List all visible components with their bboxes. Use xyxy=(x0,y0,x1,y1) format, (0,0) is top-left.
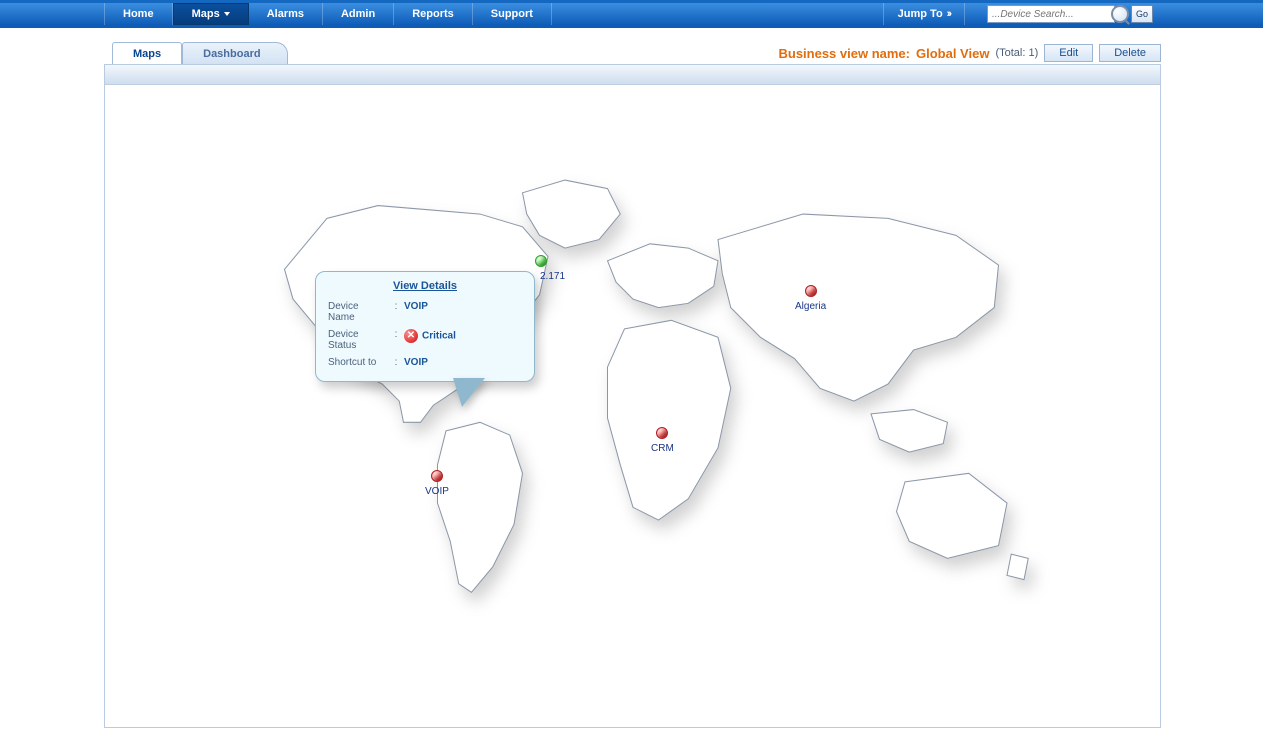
jump-to-label: Jump To xyxy=(898,8,943,20)
tooltip-key-device-name: Device Name xyxy=(326,298,390,326)
device-tooltip: View Details Device Name : VOIP Device S… xyxy=(315,271,535,382)
tooltip-val-device-name: VOIP xyxy=(402,298,524,326)
map-canvas[interactable]: 2.171 VOIP CRM Algeria View Details xyxy=(105,85,1160,727)
delete-button[interactable]: Delete xyxy=(1099,44,1161,62)
status-dot-red-icon xyxy=(656,427,668,439)
tooltip-key-shortcut: Shortcut to xyxy=(326,354,390,371)
go-button[interactable]: Go xyxy=(1131,5,1153,23)
business-view-total: (Total: 1) xyxy=(995,47,1038,59)
tab-maps-label: Maps xyxy=(133,48,161,60)
nav-maps[interactable]: Maps xyxy=(173,3,249,25)
content: Maps Dashboard Business view name: Globa… xyxy=(104,28,1161,728)
nav-maps-label: Maps xyxy=(192,8,220,20)
tooltip-val-device-status: ✕Critical xyxy=(402,326,524,354)
map-node-crm[interactable]: CRM xyxy=(651,427,674,454)
business-view-info: Business view name: Global View (Total: … xyxy=(778,44,1161,62)
status-dot-red-icon xyxy=(431,470,443,482)
secondary-tabs: Maps Dashboard Business view name: Globa… xyxy=(104,28,1161,64)
jump-to-menu[interactable]: Jump To ›› xyxy=(883,3,965,25)
nav-home[interactable]: Home xyxy=(104,3,173,25)
nav-reports[interactable]: Reports xyxy=(394,3,473,25)
map-node-voip[interactable]: VOIP xyxy=(425,470,449,497)
chevron-down-icon xyxy=(224,12,230,16)
nav-support-label: Support xyxy=(491,8,533,20)
nav-reports-label: Reports xyxy=(412,8,454,20)
search-input[interactable] xyxy=(987,5,1115,23)
status-dot-green-icon xyxy=(535,255,547,267)
tooltip-title-link[interactable]: View Details xyxy=(326,280,524,292)
nav-alarms-label: Alarms xyxy=(267,8,304,20)
top-nav: Home Maps Alarms Admin Reports Support J… xyxy=(0,0,1263,28)
map-node-algeria[interactable]: Algeria xyxy=(795,285,826,312)
business-view-label: Business view name: xyxy=(778,46,910,61)
nav-alarms[interactable]: Alarms xyxy=(249,3,323,25)
tab-dashboard-label: Dashboard xyxy=(203,48,260,60)
nav-support[interactable]: Support xyxy=(473,3,552,25)
nav-admin[interactable]: Admin xyxy=(323,3,394,25)
map-panel: 2.171 VOIP CRM Algeria View Details xyxy=(104,64,1161,728)
nav-admin-label: Admin xyxy=(341,8,375,20)
map-node-label: VOIP xyxy=(425,486,449,497)
business-view-name: Global View xyxy=(916,46,989,61)
map-panel-header xyxy=(105,65,1160,85)
tab-maps[interactable]: Maps xyxy=(112,42,182,64)
double-chevron-right-icon: ›› xyxy=(947,8,950,20)
critical-icon: ✕ xyxy=(404,329,418,343)
search-icon[interactable] xyxy=(1111,5,1129,23)
map-node-label: CRM xyxy=(651,443,674,454)
tooltip-pointer-icon xyxy=(454,379,484,407)
map-node-label: 2.171 xyxy=(540,271,565,282)
device-search: Go xyxy=(987,5,1153,23)
nav-home-label: Home xyxy=(123,8,154,20)
tooltip-key-device-status: Device Status xyxy=(326,326,390,354)
tooltip-table: Device Name : VOIP Device Status : ✕Crit… xyxy=(326,298,524,371)
status-dot-red-icon xyxy=(805,285,817,297)
tooltip-val-shortcut: VOIP xyxy=(402,354,524,371)
world-map xyxy=(208,167,1058,626)
tab-dashboard[interactable]: Dashboard xyxy=(182,42,287,64)
edit-button[interactable]: Edit xyxy=(1044,44,1093,62)
map-node-label: Algeria xyxy=(795,301,826,312)
